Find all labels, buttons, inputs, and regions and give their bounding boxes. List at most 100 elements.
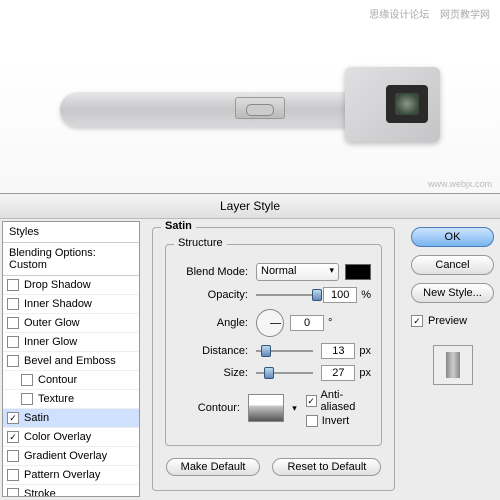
style-item-inner-glow[interactable]: Inner Glow [3, 333, 139, 352]
checkbox-icon [7, 412, 19, 424]
satin-settings-panel: Satin Structure Blend Mode: Normal Opaci… [142, 219, 405, 499]
angle-label: Angle: [176, 317, 248, 329]
styles-header[interactable]: Styles [3, 222, 139, 243]
contour-row: Contour: Anti-aliased Invert [176, 387, 371, 429]
style-item-label: Stroke [24, 488, 56, 497]
distance-slider[interactable] [256, 350, 313, 352]
checkbox-icon [21, 374, 33, 386]
style-item-stroke[interactable]: Stroke [3, 485, 139, 497]
angle-dial[interactable] [256, 309, 284, 337]
style-item-satin[interactable]: Satin [3, 409, 139, 428]
contour-options: Anti-aliased Invert [306, 387, 371, 429]
ok-button[interactable]: OK [411, 227, 494, 247]
angle-unit: ° [328, 317, 332, 329]
style-item-label: Outer Glow [24, 317, 80, 329]
style-item-label: Pattern Overlay [24, 469, 100, 481]
style-item-label: Contour [38, 374, 77, 386]
opacity-unit: % [361, 289, 371, 301]
preview-label: Preview [428, 315, 467, 327]
checkbox-icon [7, 450, 19, 462]
watermark-left: 思缘设计论坛 [369, 10, 429, 21]
satin-legend: Satin [161, 220, 196, 232]
size-row: Size: px [176, 365, 371, 381]
checkbox-icon [7, 317, 19, 329]
opacity-label: Opacity: [176, 289, 248, 301]
watermark-url: www.webjx.com [428, 179, 492, 189]
invert-label: Invert [322, 415, 350, 427]
checkbox-icon [306, 415, 318, 427]
style-item-contour[interactable]: Contour [3, 371, 139, 390]
checkbox-icon [7, 298, 19, 310]
camera-viewfinder-housing [345, 67, 440, 142]
preview-thumbnail [433, 345, 473, 385]
opacity-slider[interactable] [256, 294, 315, 296]
blend-mode-select[interactable]: Normal [256, 263, 339, 281]
style-item-label: Color Overlay [24, 431, 91, 443]
style-item-outer-glow[interactable]: Outer Glow [3, 314, 139, 333]
distance-input[interactable] [321, 343, 355, 359]
checkbox-icon [7, 355, 19, 367]
invert-check[interactable]: Invert [306, 415, 371, 427]
structure-fieldset: Structure Blend Mode: Normal Opacity: % [165, 244, 382, 446]
viewfinder-glass [395, 93, 419, 115]
angle-row: Angle: ° [176, 309, 371, 337]
distance-unit: px [359, 345, 371, 357]
checkbox-icon [306, 395, 317, 407]
checkbox-icon [21, 393, 33, 405]
new-style-button[interactable]: New Style... [411, 283, 494, 303]
blend-mode-label: Blend Mode: [176, 266, 248, 278]
layer-style-dialog: Layer Style Styles Blending Options: Cus… [0, 193, 500, 500]
style-item-inner-shadow[interactable]: Inner Shadow [3, 295, 139, 314]
preview-check[interactable]: Preview [411, 315, 494, 327]
style-item-label: Gradient Overlay [24, 450, 107, 462]
preview-swatch [446, 352, 460, 378]
default-buttons-row: Make Default Reset to Default [165, 458, 382, 476]
contour-label: Contour: [176, 402, 240, 414]
camera-hotshoe [235, 97, 285, 119]
size-unit: px [359, 367, 371, 379]
style-item-gradient-overlay[interactable]: Gradient Overlay [3, 447, 139, 466]
camera-illustration: 思缘设计论坛 网页教学网 www.webjx.com [0, 0, 500, 193]
style-item-bevel-and-emboss[interactable]: Bevel and Emboss [3, 352, 139, 371]
style-item-label: Inner Shadow [24, 298, 92, 310]
opacity-row: Opacity: % [176, 287, 371, 303]
style-item-drop-shadow[interactable]: Drop Shadow [3, 276, 139, 295]
checkbox-icon [7, 431, 19, 443]
style-item-label: Texture [38, 393, 74, 405]
style-item-label: Drop Shadow [24, 279, 91, 291]
angle-input[interactable] [290, 315, 324, 331]
checkbox-icon [7, 469, 19, 481]
structure-legend: Structure [174, 237, 227, 249]
opacity-input[interactable] [323, 287, 357, 303]
reset-default-button[interactable]: Reset to Default [272, 458, 381, 476]
style-item-label: Satin [24, 412, 49, 424]
viewfinder-frame [386, 85, 428, 123]
dialog-title: Layer Style [0, 194, 500, 219]
styles-list-panel: Styles Blending Options: Custom Drop Sha… [2, 221, 140, 497]
make-default-button[interactable]: Make Default [166, 458, 261, 476]
style-item-label: Inner Glow [24, 336, 77, 348]
size-slider[interactable] [256, 372, 313, 374]
anti-aliased-label: Anti-aliased [321, 389, 372, 413]
camera-top-view [60, 57, 440, 137]
checkbox-icon [7, 336, 19, 348]
style-item-texture[interactable]: Texture [3, 390, 139, 409]
blend-mode-row: Blend Mode: Normal [176, 263, 371, 281]
anti-aliased-check[interactable]: Anti-aliased [306, 389, 371, 413]
camera-body [60, 92, 350, 127]
style-item-label: Bevel and Emboss [24, 355, 116, 367]
size-label: Size: [176, 367, 248, 379]
dialog-buttons-panel: OK Cancel New Style... Preview [405, 219, 500, 499]
blending-options-row[interactable]: Blending Options: Custom [3, 243, 139, 276]
distance-label: Distance: [176, 345, 248, 357]
blend-color-swatch[interactable] [345, 264, 371, 280]
style-item-pattern-overlay[interactable]: Pattern Overlay [3, 466, 139, 485]
size-input[interactable] [321, 365, 355, 381]
checkbox-icon [7, 279, 19, 291]
style-item-color-overlay[interactable]: Color Overlay [3, 428, 139, 447]
contour-picker[interactable] [248, 394, 284, 422]
checkbox-icon [7, 488, 19, 497]
checkbox-icon [411, 315, 423, 327]
cancel-button[interactable]: Cancel [411, 255, 494, 275]
watermark-right: 网页教学网 [440, 10, 490, 21]
